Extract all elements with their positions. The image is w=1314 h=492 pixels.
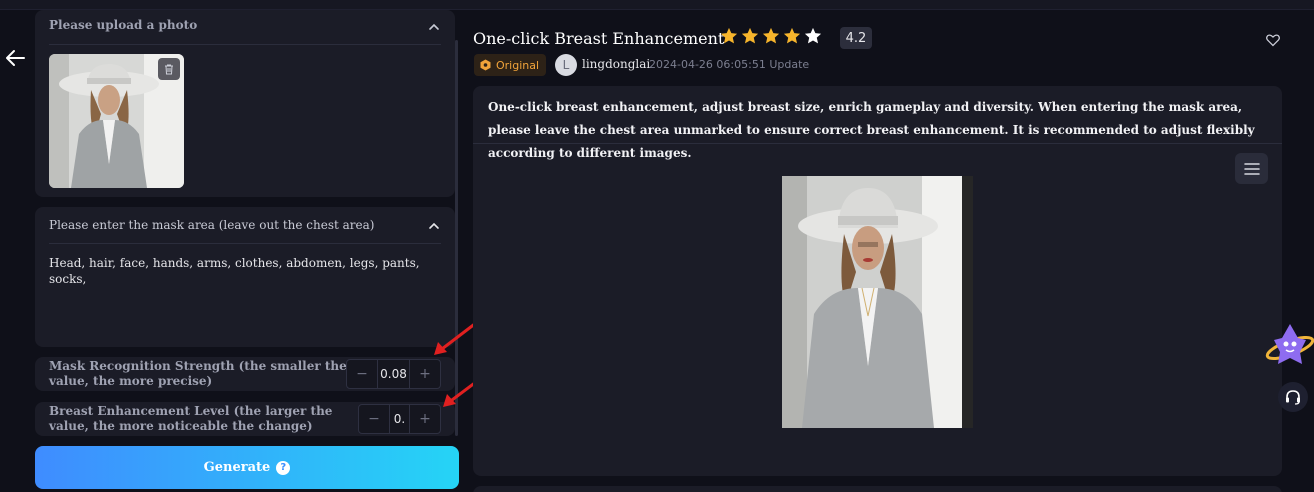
workflow-description: One-click breast enhancement, adjust bre…: [488, 100, 1255, 160]
mask-area-card: Please enter the mask area (leave out th…: [35, 207, 455, 347]
delete-photo-button[interactable]: [158, 58, 180, 80]
divider: [473, 143, 1282, 144]
mask-strength-value[interactable]: 0.08: [377, 360, 410, 388]
top-bar: [0, 0, 1314, 10]
upload-photo-card: Please upload a photo: [35, 10, 455, 197]
star-icon[interactable]: [720, 27, 738, 45]
hexagon-icon: [480, 59, 491, 71]
mask-strength-row: Mask Recognition Strength (the smaller t…: [35, 357, 455, 391]
question-circle-icon[interactable]: ?: [276, 460, 291, 475]
heart-icon[interactable]: [1265, 32, 1281, 48]
update-timestamp: 2024-04-26 06:05:51 Update: [649, 58, 810, 71]
headset-icon: [1286, 390, 1300, 405]
star-icon[interactable]: [762, 27, 780, 45]
workflow-title: One-click Breast Enhancement: [473, 29, 725, 48]
assistant-mascot-icon: [1265, 324, 1314, 364]
avatar[interactable]: L: [555, 54, 577, 76]
chevron-up-icon[interactable]: [427, 20, 441, 34]
preview-photo: [782, 176, 973, 428]
divider: [49, 44, 441, 45]
mask-strength-stepper[interactable]: − 0.08 +: [346, 359, 441, 389]
workflow-description-card: One-click breast enhancement, adjust bre…: [473, 86, 1282, 476]
star-icon[interactable]: [804, 27, 822, 45]
original-badge: Original: [474, 54, 546, 76]
rating-value: 4.2: [840, 27, 872, 49]
star-icon[interactable]: [741, 27, 759, 45]
next-card-edge: [473, 486, 1282, 492]
arrow-left-icon: [6, 50, 25, 66]
mask-area-input[interactable]: Head, hair, face, hands, arms, clothes, …: [49, 255, 439, 339]
rating-stars[interactable]: [720, 27, 822, 45]
support-button[interactable]: [1278, 382, 1308, 412]
divider: [49, 243, 441, 244]
increment-button[interactable]: +: [410, 405, 440, 433]
mask-area-header: Please enter the mask area (leave out th…: [49, 218, 375, 232]
trash-icon: [165, 64, 173, 75]
enhancement-level-value[interactable]: 0.: [389, 405, 410, 433]
badge-label: Original: [496, 58, 540, 72]
decrement-button[interactable]: −: [359, 405, 389, 433]
generate-button[interactable]: Generate ?: [35, 446, 459, 489]
uploaded-photo-thumbnail[interactable]: [49, 54, 184, 188]
star-icon[interactable]: [783, 27, 801, 45]
decrement-button[interactable]: −: [347, 360, 377, 388]
menu-button[interactable]: [1235, 153, 1268, 184]
back-button[interactable]: [2, 45, 28, 71]
menu-icon: [1243, 162, 1260, 175]
enhancement-level-row: Breast Enhancement Level (the larger the…: [35, 402, 455, 436]
upload-photo-header: Please upload a photo: [49, 18, 198, 32]
enhancement-level-stepper[interactable]: − 0. +: [358, 404, 441, 434]
generate-label: Generate: [203, 460, 271, 475]
chevron-up-icon[interactable]: [427, 219, 441, 233]
increment-button[interactable]: +: [410, 360, 440, 388]
preview-image[interactable]: [782, 176, 973, 428]
enhancement-level-label: Breast Enhancement Level (the larger the…: [49, 404, 333, 433]
mask-strength-label: Mask Recognition Strength (the smaller t…: [49, 359, 347, 388]
assistant-mascot-button[interactable]: [1260, 318, 1314, 372]
author-name[interactable]: lingdonglai: [582, 57, 650, 71]
